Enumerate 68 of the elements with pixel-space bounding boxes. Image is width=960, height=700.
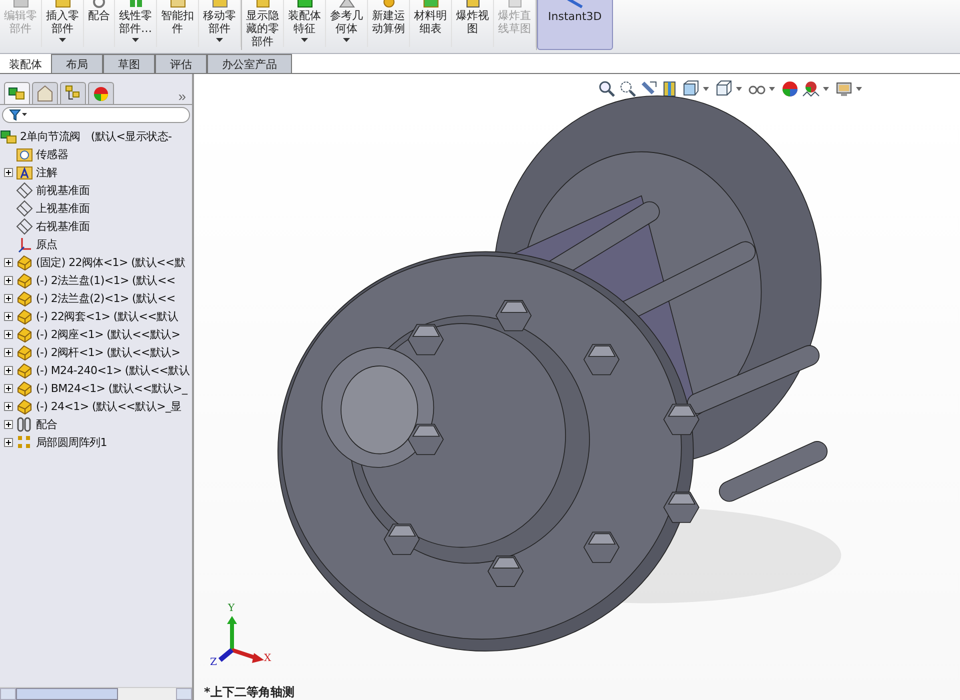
pattern-icon: [16, 434, 33, 450]
part-icon: [16, 362, 33, 378]
part-icon: [16, 398, 33, 414]
tab[interactable]: 办公室产品: [207, 54, 292, 73]
tree-item[interactable]: (-) BM24<1> (默认<<默认>_: [36, 380, 188, 396]
tree-item[interactable]: 上视基准面: [36, 200, 90, 216]
appearance-icon[interactable]: [781, 80, 799, 98]
settings-icon[interactable]: [835, 80, 853, 98]
tree-item[interactable]: 配合: [36, 416, 58, 432]
tree-item[interactable]: (-) 24<1> (默认<<默认>_显: [36, 398, 182, 414]
toolbar-button[interactable]: 显示隐 藏的零 部件: [242, 0, 284, 47]
tree-item[interactable]: 原点: [36, 236, 58, 252]
origin-icon: [16, 236, 33, 252]
part-icon: [16, 272, 33, 288]
plane-icon: [16, 200, 33, 216]
tree-item[interactable]: (-) 2法兰盘(2)<1> (默认<<: [36, 290, 176, 306]
tree-item[interactable]: 前视基准面: [36, 182, 90, 198]
expand-button[interactable]: »: [176, 88, 188, 104]
tree-item[interactable]: (-) 2阀杆<1> (默认<<默认>: [36, 344, 180, 360]
toolbar-button[interactable]: 新建运 动算例: [368, 0, 410, 47]
zoom-area-icon[interactable]: [619, 80, 637, 98]
property-icon: [35, 84, 55, 103]
axis-label: X: [264, 654, 272, 664]
horizontal-scrollbar[interactable]: [0, 687, 192, 700]
tab[interactable]: 草图: [103, 54, 155, 73]
tree-item[interactable]: 2单向节流阀 (默认<显示状态-: [20, 128, 172, 144]
appearance-icon: [91, 84, 111, 103]
axis-label: Z: [210, 658, 217, 668]
part-icon: [16, 326, 33, 342]
panel-tab[interactable]: [4, 82, 30, 104]
tab[interactable]: 评估: [155, 54, 207, 73]
tree-item[interactable]: (-) M24-240<1> (默认<<默认: [36, 362, 190, 378]
toolbar-button[interactable]: 参考几 何体: [326, 0, 368, 47]
mate-icon: [16, 416, 33, 432]
toolbar-button[interactable]: Instant3D: [537, 0, 613, 50]
filter-field[interactable]: [2, 107, 190, 123]
tree-item[interactable]: 注解: [36, 164, 58, 180]
toolbar-button[interactable]: 插入零 部件: [42, 0, 84, 47]
toolbar-icon: [564, 0, 585, 10]
part-icon: [16, 308, 33, 324]
part-icon: [16, 344, 33, 360]
part-icon: [16, 254, 33, 270]
annotation-icon: [16, 164, 33, 180]
toolbar-button[interactable]: 智能扣 件: [157, 0, 199, 47]
toolbar-button[interactable]: 线性零 部件…: [115, 0, 157, 47]
panel-tab[interactable]: [60, 82, 86, 104]
tree-item[interactable]: 传感器: [36, 146, 68, 162]
toolbar-button[interactable]: 材料明 细表: [410, 0, 452, 47]
assembly-icon: [0, 128, 17, 144]
zoom-fit-icon[interactable]: [598, 80, 616, 98]
view-orientation-label: *上下二等角轴测: [204, 685, 294, 699]
tree-item[interactable]: (-) 2阀座<1> (默认<<默认>: [36, 326, 180, 342]
plane-icon: [16, 218, 33, 234]
toolbar-button[interactable]: 装配体 特征: [284, 0, 326, 47]
filter-icon: [9, 109, 27, 121]
toolbar-button[interactable]: 爆炸视 图: [452, 0, 494, 47]
axis-label: Y: [228, 604, 235, 614]
tree-item[interactable]: (固定) 22阀体<1> (默认<<默: [36, 254, 186, 270]
tree-item[interactable]: (-) 22阀套<1> (默认<<默认: [36, 308, 178, 324]
tab[interactable]: 布局: [51, 54, 103, 73]
plane-icon: [16, 182, 33, 198]
tree-item[interactable]: 局部圆周阵列1: [36, 434, 107, 450]
tree-item[interactable]: 右视基准面: [36, 218, 90, 234]
sensor-icon: [16, 146, 33, 162]
tree-item[interactable]: (-) 2法兰盘(1)<1> (默认<<: [36, 272, 176, 288]
toolbar-button[interactable]: 配合: [84, 0, 115, 47]
part-icon: [16, 380, 33, 396]
part-icon: [16, 290, 33, 306]
